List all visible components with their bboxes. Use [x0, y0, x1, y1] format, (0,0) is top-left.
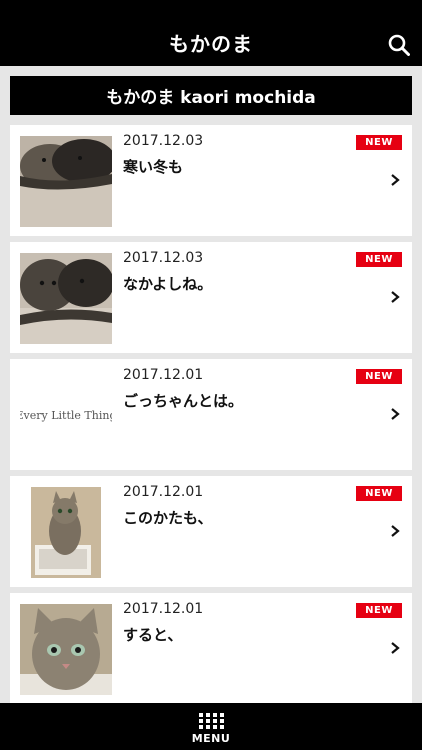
- chevron-right-icon: [391, 525, 400, 537]
- new-badge: NEW: [356, 252, 402, 267]
- top-bar: もかのま: [0, 0, 422, 66]
- chevron-right-icon: [391, 174, 400, 186]
- cats-sleeping-photo: [20, 136, 112, 227]
- post-title: このかたも、: [123, 509, 213, 527]
- post-date: 2017.12.01: [123, 484, 204, 500]
- post-card[interactable]: Every Little Thing 2017.12.01 ごっちゃんとは。 N…: [10, 359, 412, 470]
- new-badge: NEW: [356, 369, 402, 384]
- post-date: 2017.12.01: [123, 601, 204, 617]
- banner-label: もかのま kaori mochida: [106, 88, 316, 108]
- app-title: もかのま: [169, 32, 253, 56]
- app-screen: もかのま もかのま kaori mochida 2017.12.03 寒い冬も …: [0, 0, 422, 750]
- post-title: すると、: [123, 626, 183, 644]
- new-badge: NEW: [356, 135, 402, 150]
- chevron-right-icon: [391, 408, 400, 420]
- cat-in-box-photo: [31, 487, 101, 578]
- post-title: 寒い冬も: [123, 158, 184, 176]
- menu-label: MENU: [191, 732, 231, 745]
- post-card[interactable]: 2017.12.03 なかよしね。 NEW: [10, 242, 412, 353]
- post-title: ごっちゃんとは。: [123, 392, 244, 410]
- post-card[interactable]: 2017.12.01 すると、 NEW: [10, 593, 412, 704]
- post-card[interactable]: 2017.12.01 このかたも、 NEW: [10, 476, 412, 587]
- new-badge: NEW: [356, 486, 402, 501]
- grid-menu-icon: [199, 713, 224, 729]
- cat-closeup-photo: [20, 604, 112, 695]
- post-list: 2017.12.03 寒い冬も NEW 2017.12.03 なかよしね。 NE…: [10, 125, 412, 710]
- post-date: 2017.12.01: [123, 367, 204, 383]
- search-icon[interactable]: [388, 34, 410, 56]
- chevron-right-icon: [391, 291, 400, 303]
- post-date: 2017.12.03: [123, 133, 204, 149]
- text-thumbnail: Every Little Thing: [20, 370, 112, 461]
- post-date: 2017.12.03: [123, 250, 204, 266]
- bottom-bar: MENU: [0, 703, 422, 750]
- blog-banner[interactable]: もかのま kaori mochida: [10, 76, 412, 115]
- post-title: なかよしね。: [123, 275, 213, 293]
- new-badge: NEW: [356, 603, 402, 618]
- chevron-right-icon: [391, 642, 400, 654]
- cats-together-photo: [20, 253, 112, 344]
- thumbnail-text: Every Little Thing: [20, 409, 112, 422]
- post-card[interactable]: 2017.12.03 寒い冬も NEW: [10, 125, 412, 236]
